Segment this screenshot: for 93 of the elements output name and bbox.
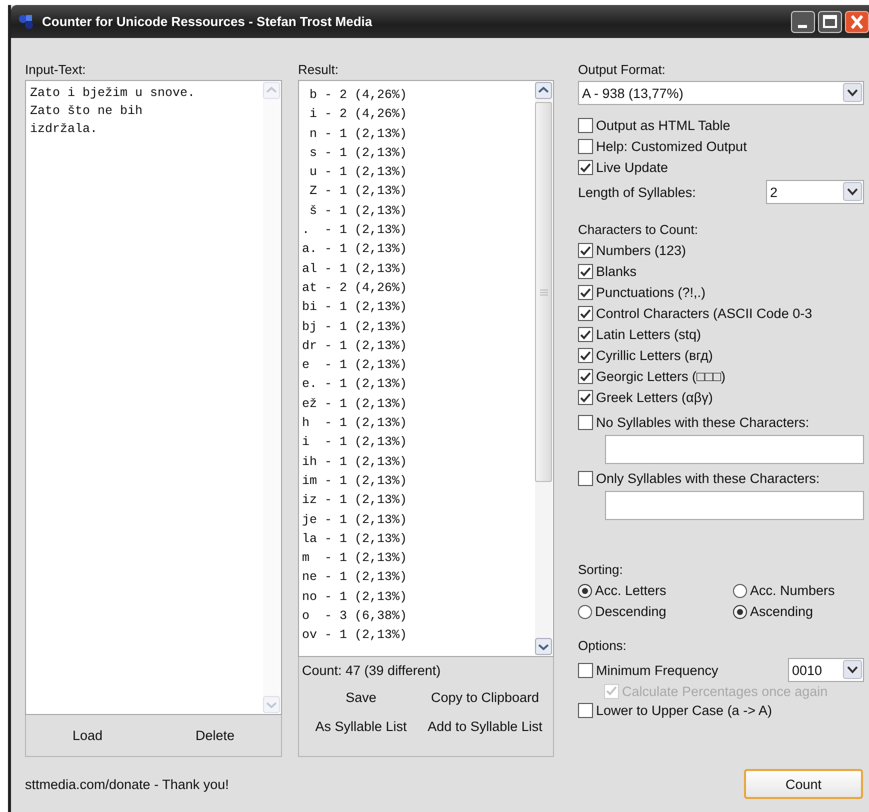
result-row-text: a. - 1 (2,13%): [302, 241, 408, 258]
result-row-text: o - 3 (6,38%): [302, 608, 408, 626]
radio-button[interactable]: Descending: [578, 601, 733, 622]
result-row-text: i - 2 (4,26%): [308, 106, 408, 124]
result-row-text: ov - 1 (2,13%): [302, 627, 408, 644]
check-icon: [580, 392, 591, 402]
checkbox[interactable]: Minimum Frequency: [578, 660, 718, 680]
result-row-text: n - 1 (2,13%): [308, 126, 408, 143]
result-row-text: i - 1 (2,13%): [302, 434, 408, 452]
sorting-label: Sorting:: [578, 561, 623, 579]
checkbox[interactable]: Output as HTML Table: [578, 115, 730, 136]
syllable-length-label: Length of Syllables:: [578, 184, 696, 200]
checkbox[interactable]: Punctuations (?!,.): [578, 282, 706, 303]
result-row-text: la - 1 (2,13%): [302, 530, 408, 548]
syllable-length-dropdown[interactable]: 2: [766, 180, 864, 204]
checkbox[interactable]: Control Characters (ASCII Code 0-3: [578, 303, 812, 324]
check-icon: [580, 372, 591, 382]
checkbox[interactable]: Greek Letters (αβγ): [578, 387, 713, 408]
minimum-frequency-dropdown[interactable]: 0010: [788, 658, 864, 682]
radio-button[interactable]: Ascending: [733, 601, 863, 622]
options-label: Options:: [578, 637, 626, 655]
scroll-down-icon[interactable]: [535, 638, 552, 655]
result-row-text: . - 1 (2,13%): [302, 222, 408, 240]
check-icon: [580, 288, 591, 298]
check-icon: [580, 330, 591, 340]
checkbox[interactable]: Latin Letters (stq): [578, 324, 702, 345]
result-row-text: š - 1 (2,13%): [308, 202, 408, 220]
app-icon: [17, 12, 35, 30]
checkbox[interactable]: Numbers (123): [578, 240, 686, 261]
result-row-text: ne - 1 (2,13%): [302, 569, 408, 586]
checkbox[interactable]: Only Syllables with these Characters:: [578, 468, 820, 489]
text-button[interactable]: As Syllable List: [315, 717, 407, 736]
result-row-text: iz - 1 (2,13%): [302, 492, 408, 510]
radio-icon[interactable]: [578, 604, 592, 618]
radio-button[interactable]: Acc. Letters: [578, 580, 733, 601]
result-row-text: al - 1 (2,13%): [302, 260, 408, 278]
text-button[interactable]: Save: [346, 688, 376, 707]
result-row-text: u - 1 (2,13%): [308, 164, 408, 182]
input-text-field[interactable]: Zato i bježim u snove. Zato što ne bih izdržala.: [25, 80, 282, 715]
checkbox[interactable]: Live Update: [578, 157, 668, 178]
scrollbar[interactable]: [535, 82, 552, 655]
result-row-text: s - 1 (2,13%): [308, 144, 408, 162]
minimize-icon[interactable]: [791, 10, 815, 32]
check-icon: [580, 266, 591, 276]
text-button[interactable]: Copy to Clipboard: [430, 688, 540, 707]
checkbox[interactable]: Help: Customized Output: [578, 136, 747, 157]
result-row-text: bj - 1 (2,13%): [302, 318, 408, 336]
radio-icon[interactable]: [733, 604, 747, 618]
maximize-icon[interactable]: [818, 10, 842, 32]
text-button[interactable]: Delete: [191, 726, 238, 745]
check-icon: [580, 162, 591, 172]
output-format-dropdown[interactable]: A - 938 (13,77%): [578, 81, 864, 105]
result-row-text: ež - 1 (2,13%): [302, 396, 408, 413]
result-row-text: b - 2 (4,26%): [308, 87, 408, 104]
result-row-text: dr - 1 (2,13%): [302, 338, 408, 355]
check-icon: [580, 308, 591, 318]
result-row-text: at - 2 (4,26%): [302, 280, 408, 297]
radio-icon[interactable]: [733, 584, 747, 598]
scroll-thumb[interactable]: [535, 102, 552, 482]
result-row-text: ih - 1 (2,13%): [302, 454, 408, 471]
result-row-text: e. - 1 (2,13%): [302, 376, 408, 394]
check-icon: [580, 350, 591, 360]
check-icon: [580, 246, 591, 256]
result-row-text: Z - 1 (2,13%): [308, 183, 408, 200]
radio-icon[interactable]: [578, 584, 592, 598]
checkbox[interactable]: Georgic Letters (□□□): [578, 366, 726, 387]
close-icon[interactable]: [845, 10, 869, 32]
output-format-label: Output Format:: [578, 61, 666, 79]
characters-field[interactable]: [605, 491, 864, 520]
result-row-text: je - 1 (2,13%): [302, 512, 408, 529]
checkbox[interactable]: Cyrillic Letters (вгд): [578, 345, 713, 366]
window-title: Counter for Unicode Ressources - Stefan Trost Media: [42, 14, 374, 29]
result-row-text: m - 1 (2,13%): [302, 550, 408, 568]
scroll-up-icon[interactable]: [535, 82, 552, 99]
result-row-text: no - 1 (2,13%): [302, 588, 408, 606]
result-row-text: bi - 1 (2,13%): [302, 299, 408, 316]
result-row-text: im - 1 (2,13%): [302, 472, 408, 490]
input-text-label: Input-Text:: [25, 61, 86, 79]
text-button[interactable]: Add to Syllable List: [428, 717, 542, 736]
result-row-text: e - 1 (2,13%): [302, 357, 408, 374]
donate-message: sttmedia.com/donate - Thank you!: [25, 776, 229, 792]
checkbox[interactable]: No Syllables with these Characters:: [578, 412, 810, 433]
radio-button[interactable]: Acc. Numbers: [733, 580, 863, 601]
count-button[interactable]: Count: [744, 769, 863, 799]
checkbox[interactable]: Lower to Upper Case (a -> A): [578, 700, 772, 721]
count-summary: Count: 47 (39 different): [302, 663, 441, 678]
check-icon: [606, 686, 617, 696]
result-row-text: h - 1 (2,13%): [302, 415, 408, 432]
characters-field[interactable]: [605, 435, 864, 464]
characters-label: Characters to Count:: [578, 221, 698, 239]
checkbox[interactable]: Blanks: [578, 261, 637, 282]
result-label: Result:: [298, 61, 338, 79]
text-button[interactable]: Load: [68, 726, 107, 745]
